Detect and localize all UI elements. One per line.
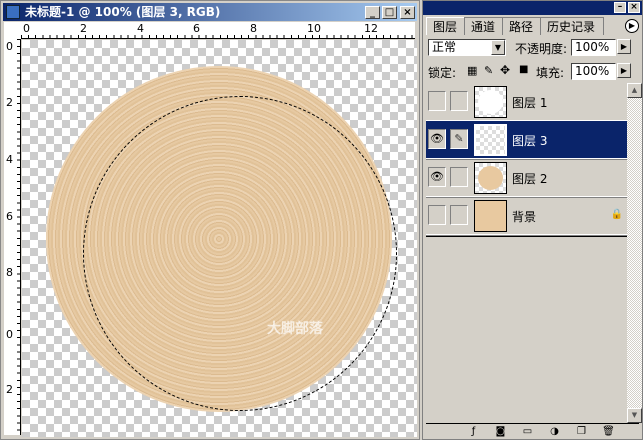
blend-mode-value: 正常 [432,40,457,54]
lock-transparency-icon[interactable]: ▦ [467,64,477,77]
ruler-origin[interactable] [4,22,21,39]
layer-name: 图层 1 [512,96,548,110]
layer-thumbnail [474,124,507,156]
eye-icon[interactable]: 👁 [428,129,446,149]
layer-name: 图层 3 [512,134,548,148]
minimize-button[interactable]: _ [365,6,380,19]
link-toggle[interactable] [450,167,468,187]
ruler-tick-label: 2 [6,96,13,109]
link-toggle[interactable] [450,91,468,111]
close-button[interactable]: × [400,6,415,19]
ruler-tick-label: 12 [364,22,378,35]
ruler-tick-label: 0 [23,22,30,35]
document-titlebar[interactable]: 未标题-1 @ 100% (图层 3, RGB) _ □ × [3,3,417,21]
scroll-up-button[interactable]: ▲ [627,83,642,98]
layer-name: 背景 [512,210,537,224]
tab-history[interactable]: 历史记录 [540,17,605,35]
panel-close-button[interactable]: × [628,2,640,13]
panel-titlebar[interactable]: – × [423,1,642,15]
opacity-slider-button[interactable]: ▶ [617,39,631,54]
ruler-tick-label: 4 [137,22,144,35]
chevron-down-icon[interactable]: ▼ [491,40,505,55]
trash-icon[interactable]: 🗑 [602,426,615,438]
panel-footer: ƒ ◙ ▭ ◑ ❐ 🗑 [426,423,639,439]
lock-label: 锁定: [428,66,457,80]
layer-row[interactable]: 👁 图层 2 [426,159,627,197]
selection-marquee [83,96,397,411]
ruler-tick-label: 10 [307,22,321,35]
fill-input[interactable]: 100% [571,63,616,80]
layer-mask-icon[interactable]: ◙ [494,426,507,438]
document-title: 未标题-1 @ 100% (图层 3, RGB) [25,5,221,19]
canvas[interactable]: 大脚部落 [22,40,417,437]
layer-thumbnail [474,162,507,194]
layer-thumbnail [474,86,507,118]
visibility-toggle[interactable] [428,205,446,225]
ruler-left[interactable]: 0 2 4 6 8 0 2 [4,39,21,435]
ruler-tick-label: 8 [6,266,13,279]
maximize-button[interactable]: □ [382,6,397,19]
ruler-tick-label: 2 [80,22,87,35]
fill-slider-button[interactable]: ▶ [617,63,631,78]
document-window: 未标题-1 @ 100% (图层 3, RGB) _ □ × 0 2 4 6 8… [0,0,420,440]
new-group-icon[interactable]: ▭ [521,426,534,438]
lock-move-icon[interactable]: ✥ [500,63,510,77]
ruler-tick-label: 6 [6,210,13,223]
opacity-label: 不透明度: [515,42,568,56]
panel-minimize-button[interactable]: – [614,2,626,13]
link-toggle[interactable] [450,205,468,225]
photoshop-icon [6,5,20,19]
layers-list: 图层 1 👁 ✎ 图层 3 👁 图层 2 背景 🔒 [426,83,627,237]
scroll-down-button[interactable]: ▼ [627,408,642,423]
layers-scrollbar[interactable]: ▲ ▼ [627,83,642,423]
layer-thumbnail [474,200,507,232]
ruler-tick-label: 0 [6,40,13,53]
tab-paths[interactable]: 路径 [502,17,543,35]
layers-panel: – × 图层 通道 路径 历史记录 ▶ 正常 ▼ 不透明度: 100% ▶ 锁定… [422,0,643,440]
layer-style-icon[interactable]: ƒ [467,426,480,438]
panel-tabs: 图层 通道 路径 历史记录 [426,17,605,35]
layer-row-selected[interactable]: 👁 ✎ 图层 3 [426,121,627,159]
brush-icon[interactable]: ✎ [450,129,468,149]
visibility-toggle[interactable] [428,91,446,111]
tab-channels[interactable]: 通道 [464,17,505,35]
lock-all-icon[interactable]: ■ [519,64,528,75]
fill-label: 填充: [536,66,565,80]
ruler-tick-label: 8 [250,22,257,35]
adjustment-layer-icon[interactable]: ◑ [548,426,561,438]
ruler-tick-label: 0 [6,328,13,341]
lock-paint-brush-icon[interactable]: ✎ [484,64,493,77]
ruler-top[interactable]: 0 2 4 6 8 10 12 [21,22,415,39]
layer-row[interactable]: 图层 1 [426,83,627,121]
blend-mode-select[interactable]: 正常 ▼ [428,39,506,56]
eye-icon[interactable]: 👁 [428,167,446,187]
lock-icon: 🔒 [610,209,623,220]
ruler-tick-label: 4 [6,153,13,166]
tab-layers[interactable]: 图层 [426,17,467,35]
opacity-input[interactable]: 100% [571,39,616,56]
watermark: 大脚部落 [267,321,323,337]
new-layer-icon[interactable]: ❐ [575,426,588,438]
ruler-tick-label: 2 [6,383,13,396]
ruler-tick-label: 6 [193,22,200,35]
panel-menu-button[interactable]: ▶ [625,19,639,33]
layer-row[interactable]: 背景 🔒 [426,197,627,235]
layer-name: 图层 2 [512,172,548,186]
